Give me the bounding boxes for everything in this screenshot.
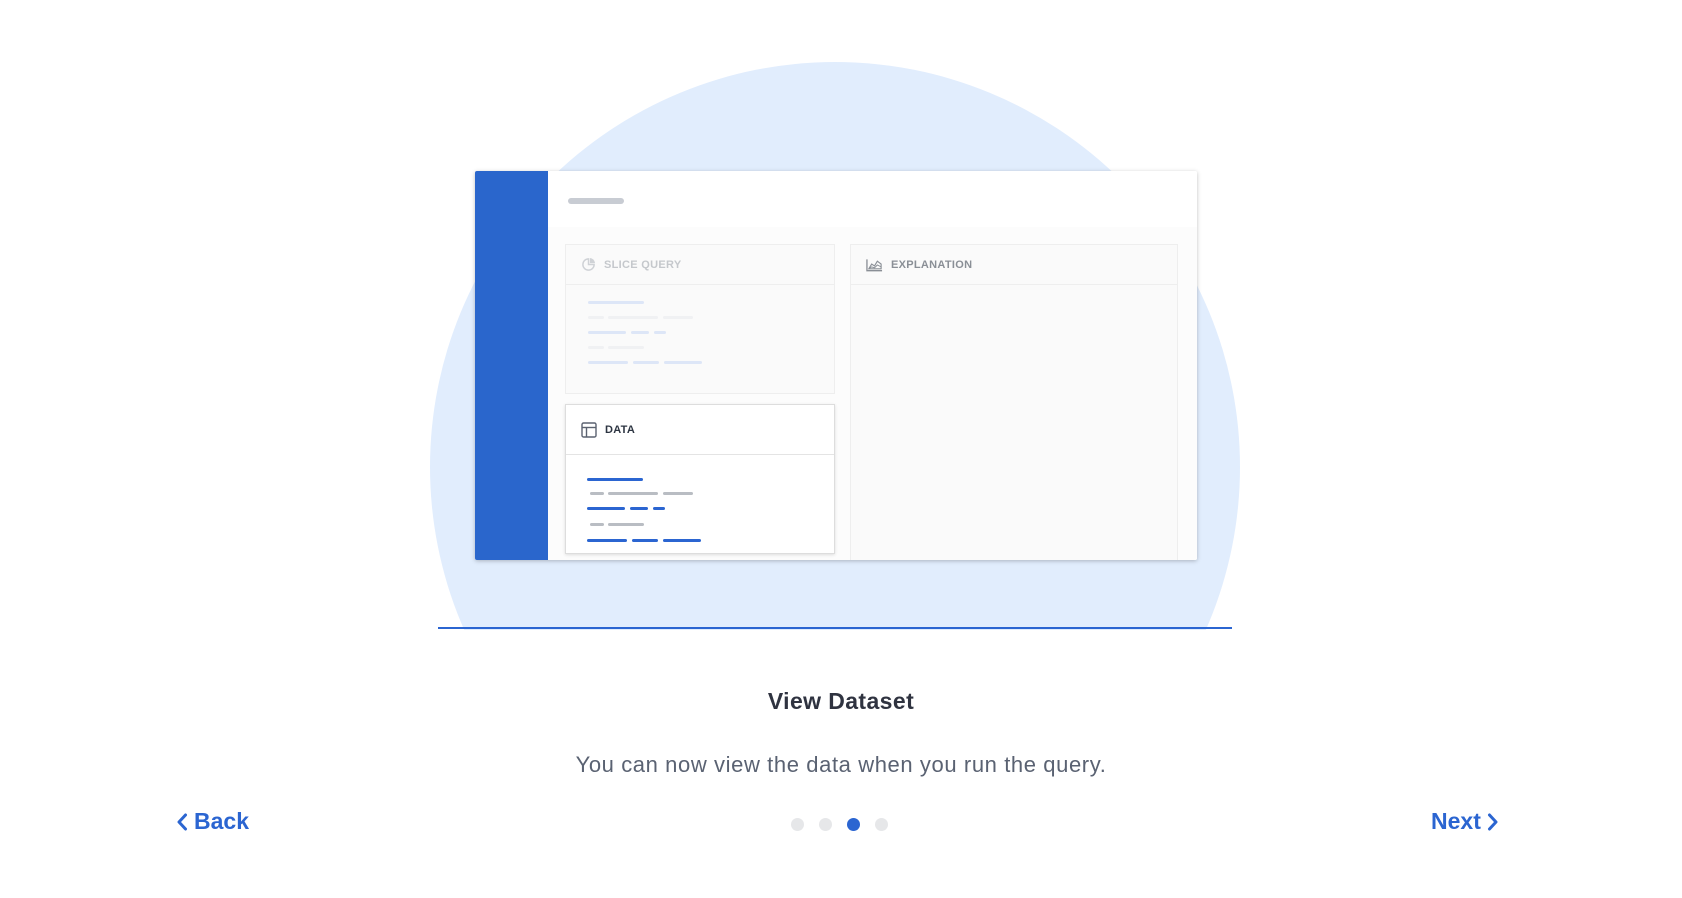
illustration-data-panel: DATA — [565, 404, 835, 554]
pie-chart-icon — [581, 257, 596, 272]
data-panel-header: DATA — [566, 405, 834, 455]
back-button-label: Back — [194, 808, 249, 834]
step-title: View Dataset — [767, 688, 915, 714]
data-row-line — [653, 507, 665, 510]
illustration-baseline — [438, 627, 1232, 629]
step-description: You can now view the data when you run t… — [575, 752, 1107, 777]
illustration-header-placeholder — [568, 198, 624, 204]
data-row-line — [587, 507, 625, 510]
illustration-slice-query-panel: SLICE QUERY — [565, 244, 835, 394]
data-row-line — [590, 523, 604, 526]
table-icon — [581, 421, 597, 438]
placeholder-line — [588, 361, 628, 364]
placeholder-line — [588, 316, 604, 319]
placeholder-line — [588, 331, 626, 334]
chevron-left-icon — [176, 813, 188, 831]
placeholder-line — [588, 346, 604, 349]
placeholder-line — [588, 301, 644, 304]
step-dot-4[interactable] — [875, 818, 888, 831]
chevron-right-icon — [1487, 813, 1499, 831]
slice-query-panel-header: SLICE QUERY — [566, 245, 834, 285]
data-row-line — [630, 507, 648, 510]
back-button[interactable]: Back — [176, 808, 249, 835]
placeholder-line — [608, 316, 658, 319]
placeholder-line — [633, 361, 659, 364]
explanation-panel-title: EXPLANATION — [891, 258, 973, 271]
data-row-line — [587, 539, 627, 542]
illustration-header — [548, 171, 1197, 227]
next-button-label: Next — [1431, 808, 1481, 834]
placeholder-line — [664, 361, 702, 364]
illustration-content: SLICE QUERY EXPLANATION DATA — [548, 171, 1197, 560]
data-row-line — [608, 492, 658, 495]
illustration-explanation-panel: EXPLANATION — [850, 244, 1178, 560]
placeholder-line — [654, 331, 666, 334]
step-dot-3-active[interactable] — [847, 818, 860, 831]
explanation-panel-header: EXPLANATION — [851, 245, 1177, 285]
step-indicator — [791, 818, 888, 831]
placeholder-line — [608, 346, 644, 349]
data-row-line — [587, 478, 643, 481]
illustration-app-window: SLICE QUERY EXPLANATION DATA — [475, 171, 1197, 560]
data-row-line — [608, 523, 644, 526]
illustration-sidebar — [475, 171, 548, 560]
data-panel-title: DATA — [605, 423, 636, 436]
placeholder-line — [663, 316, 693, 319]
slice-query-panel-title: SLICE QUERY — [604, 258, 682, 271]
data-row-line — [632, 539, 658, 542]
data-row-line — [663, 492, 693, 495]
onboarding-step: SLICE QUERY EXPLANATION DATA View Datase… — [0, 0, 1682, 898]
step-dot-1[interactable] — [791, 818, 804, 831]
next-button[interactable]: Next — [1431, 808, 1499, 835]
step-dot-2[interactable] — [819, 818, 832, 831]
area-chart-icon — [866, 258, 883, 272]
data-row-line — [663, 539, 701, 542]
placeholder-line — [631, 331, 649, 334]
data-row-line — [590, 492, 604, 495]
